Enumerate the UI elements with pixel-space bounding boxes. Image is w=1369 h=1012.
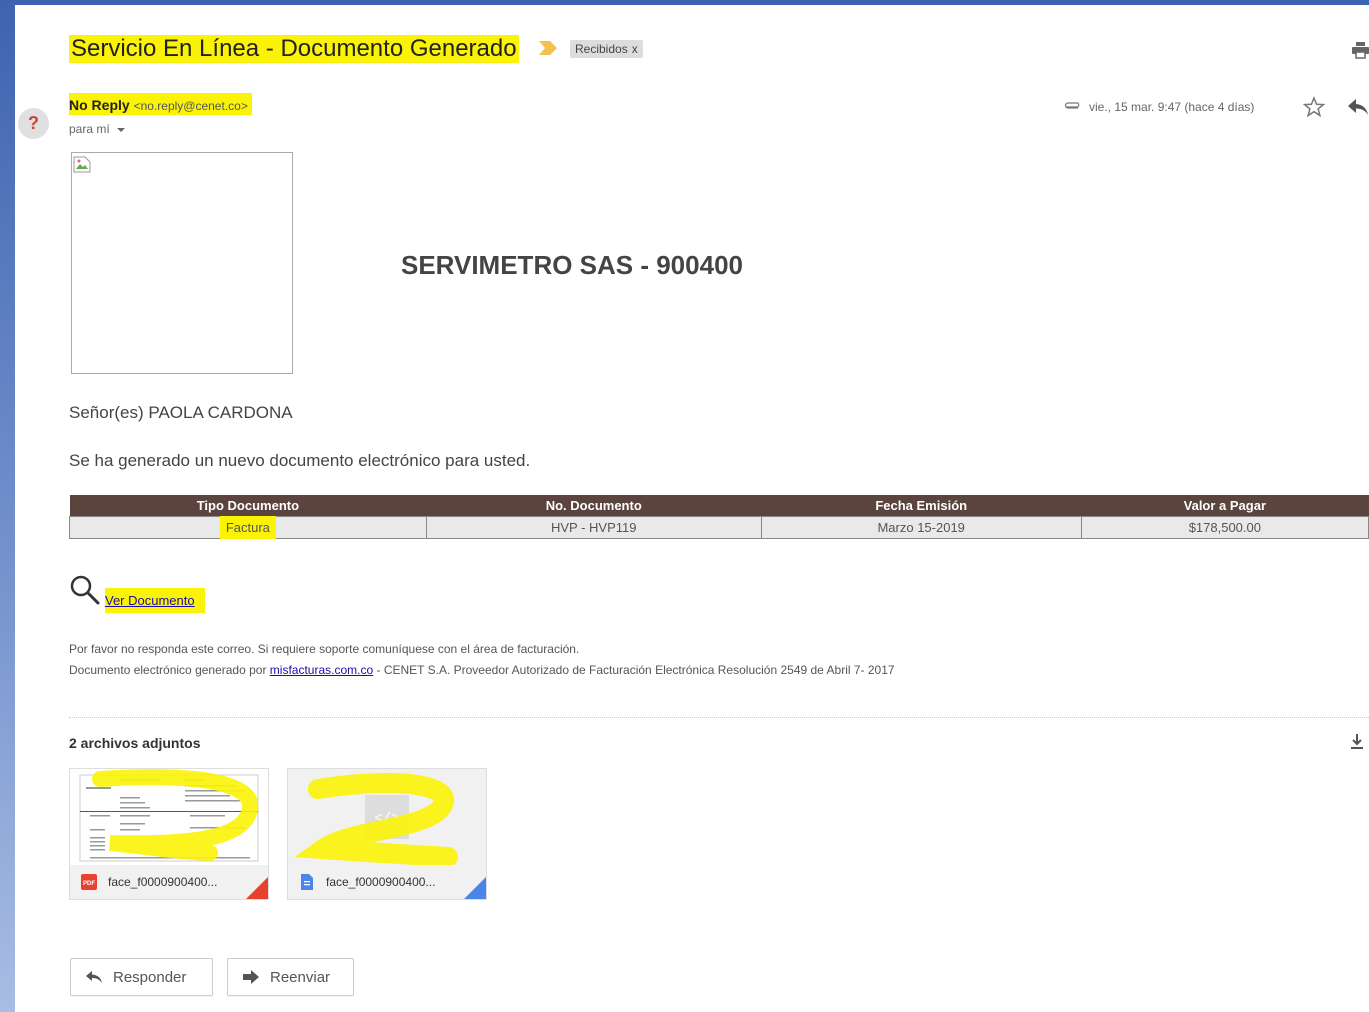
download-all-icon[interactable]	[1348, 732, 1366, 752]
footer-provider-pre: Documento electrónico generado por	[69, 663, 270, 677]
magnifier-icon	[70, 575, 100, 605]
reply-icon[interactable]	[1347, 98, 1369, 116]
attachment-bar: PDF face_f0000900400...	[70, 865, 268, 899]
table-header-row: Tipo Documento No. Documento Fecha Emisi…	[69, 495, 1369, 517]
date-info: vie., 15 mar. 9:47 (hace 4 días)	[1063, 100, 1254, 114]
forward-arrow-icon	[243, 970, 259, 984]
attachment-name: face_f0000900400...	[326, 875, 436, 889]
print-icon[interactable]	[1352, 41, 1369, 59]
sender-name: No Reply	[69, 97, 130, 113]
inbox-label: Recibidos x	[570, 40, 643, 58]
document-table: Tipo Documento No. Documento Fecha Emisi…	[69, 495, 1369, 539]
table-row: Factura HVP - HVP119 Marzo 15-2019 $178,…	[69, 516, 1369, 539]
remove-label-button[interactable]: x	[632, 42, 638, 56]
attachment-name: face_f0000900400...	[108, 875, 218, 889]
svg-text:PDF: PDF	[83, 881, 95, 887]
attachments-count: 2 archivos adjuntos	[69, 735, 201, 751]
provider-link[interactable]: misfacturas.com.co	[270, 663, 373, 677]
cell-tipo-value: Factura	[219, 516, 276, 539]
reply-button[interactable]: Responder	[70, 958, 213, 996]
header-fecha: Fecha Emisión	[761, 495, 1082, 517]
inbox-label-text: Recibidos	[575, 42, 628, 56]
company-name: SERVIMETRO SAS - 900400	[401, 250, 743, 280]
divider	[69, 717, 1369, 718]
pdf-corner-fold	[246, 877, 268, 899]
message-text: Se ha generado un nuevo documento electr…	[69, 451, 531, 470]
header-numero: No. Documento	[426, 495, 762, 517]
importance-marker-icon[interactable]	[539, 41, 557, 55]
email-view: Servicio En Línea - Documento Generado R…	[15, 5, 1369, 1012]
broken-image-icon	[73, 156, 91, 173]
email-subject: Servicio En Línea - Documento Generado	[69, 35, 519, 63]
paperclip-icon	[1064, 102, 1080, 109]
attachment-thumbnail	[70, 769, 268, 865]
chevron-down-icon	[117, 127, 126, 132]
email-date: vie., 15 mar. 9:47 (hace 4 días)	[1089, 100, 1255, 114]
footer-provider-post: - CENET S.A. Proveedor Autorizado de Fac…	[373, 663, 895, 677]
company-logo-placeholder	[71, 152, 293, 374]
attachment-thumbnail: </>	[288, 769, 486, 867]
header-tipo: Tipo Documento	[69, 495, 427, 517]
reply-label: Responder	[113, 968, 187, 986]
sender-avatar: ?	[18, 108, 49, 139]
code-file-preview-graphic: </>	[294, 773, 458, 867]
forward-button[interactable]: Reenviar	[227, 958, 354, 996]
doc-corner-fold	[464, 877, 486, 899]
footer-provider: Documento electrónico generado por misfa…	[69, 663, 895, 677]
sender-email: <no.reply@cenet.co>	[133, 99, 248, 113]
recipient-label: para mí	[69, 122, 110, 136]
attachment-card-doc[interactable]: </> face_f0000900400...	[287, 768, 487, 900]
forward-label: Reenviar	[270, 968, 331, 986]
cell-numero: HVP - HVP119	[425, 516, 762, 539]
attachment-bar: face_f0000900400...	[288, 865, 486, 899]
sender-info: No Reply <no.reply@cenet.co>	[69, 93, 252, 115]
cell-valor: $178,500.00	[1080, 516, 1369, 539]
greeting: Señor(es) PAOLA CARDONA	[69, 403, 293, 422]
doc-icon	[301, 874, 313, 890]
pdf-icon: PDF	[81, 874, 97, 890]
footer-notice: Por favor no responda este correo. Si re…	[69, 642, 580, 656]
pdf-preview-graphic	[79, 769, 259, 862]
view-document-link[interactable]: Ver Documento	[105, 588, 205, 613]
cell-fecha: Marzo 15-2019	[760, 516, 1082, 539]
header-valor: Valor a Pagar	[1081, 495, 1369, 517]
attachment-card-pdf[interactable]: PDF face_f0000900400...	[69, 768, 269, 900]
recipient-toggle[interactable]: para mí	[69, 122, 126, 136]
cell-tipo: Factura	[69, 516, 427, 539]
star-icon[interactable]	[1303, 96, 1325, 118]
reply-arrow-icon	[86, 971, 102, 983]
